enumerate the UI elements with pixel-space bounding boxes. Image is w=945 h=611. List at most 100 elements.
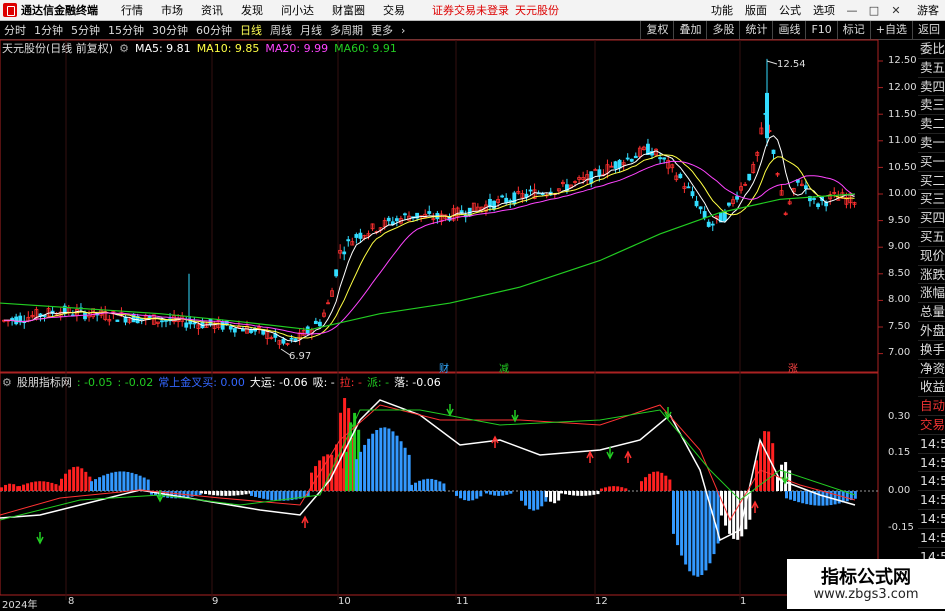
indicator-bar <box>110 472 114 491</box>
indicator-bar <box>509 491 513 494</box>
indicator-bar <box>797 491 801 503</box>
indicator-bar <box>455 491 458 496</box>
indicator-bar <box>359 451 363 491</box>
indicator-bar <box>676 491 680 546</box>
settings-gear-icon[interactable]: ⚙ <box>119 42 129 55</box>
indicator-bar <box>371 433 375 491</box>
indicator-bar <box>728 491 732 534</box>
candle-body <box>164 319 168 322</box>
price-axis-tick: 9.00 <box>888 241 911 252</box>
indicator-bar <box>375 429 379 491</box>
side-panel-item: 外盘 <box>918 322 945 341</box>
side-panel-item: 卖三 <box>918 96 945 116</box>
indicator-bar <box>146 479 150 491</box>
indicator-bar <box>660 472 664 491</box>
ma5-label: MA5: 9.81 <box>134 41 191 55</box>
low-price-label: 6.97 <box>289 351 312 362</box>
ma60-label: MA60: 9.91 <box>334 41 397 55</box>
indicator-bar <box>442 483 446 491</box>
indicator-bar <box>489 491 493 495</box>
price-axis-tick: 11.00 <box>888 135 917 146</box>
indicator-bar <box>805 491 809 505</box>
indicator-bar <box>8 483 12 491</box>
indicator-bar <box>22 484 26 491</box>
indicator-bar <box>138 475 142 491</box>
indicator-bar <box>588 491 592 496</box>
candle-body <box>727 202 731 206</box>
indicator-bar <box>126 471 130 491</box>
indicator-bar <box>403 447 407 491</box>
indicator-bar <box>122 471 126 491</box>
indicator-bar <box>549 491 553 502</box>
candle-body <box>358 232 363 239</box>
indicator-bar <box>648 473 652 491</box>
candle-body <box>192 322 197 325</box>
date-axis-tick: 11 <box>456 596 469 607</box>
side-panel-item: 14:56 <box>918 435 945 454</box>
indicator-bar <box>414 482 418 491</box>
side-panel-item: 涨幅 <box>918 284 945 304</box>
quote-side-panel: 委比 卖五 卖四 卖三 卖二 卖一 买一 买二 买三 买四 买五 现价 涨跌 涨幅 总量 外盘 换手 净资 收益 自动… <box>918 40 945 609</box>
candle-body <box>232 328 237 333</box>
indicator-bar <box>564 491 568 495</box>
price-pane-frame <box>0 39 879 373</box>
indicator-bar <box>467 491 471 501</box>
indicator-bar <box>493 491 497 496</box>
candle-body <box>281 338 286 344</box>
high-pointer <box>766 60 778 65</box>
event-tag-rise[interactable]: 涨 <box>788 360 798 375</box>
side-panel-item[interactable]: 自动 <box>918 397 945 416</box>
candle-body <box>812 198 816 200</box>
indicator-bar <box>524 491 528 506</box>
indicator-bar <box>418 480 422 491</box>
candle-body <box>698 206 703 210</box>
indicator-bar <box>459 491 463 499</box>
candle-body-peak <box>765 92 769 139</box>
event-tag-reduce[interactable]: 减 <box>499 360 509 375</box>
indicator-bar <box>553 491 557 504</box>
candle-body <box>686 186 691 189</box>
indicator-bar <box>130 472 134 491</box>
indicator-bar <box>34 481 38 491</box>
candle-body <box>658 157 662 160</box>
indicator-bar <box>216 491 220 496</box>
indicator-bar <box>652 471 656 491</box>
side-panel-item[interactable]: 交易 <box>918 416 945 435</box>
event-tag-finance[interactable]: 财 <box>439 360 449 375</box>
candle-body <box>220 321 225 330</box>
indicator-bar <box>501 491 505 496</box>
indicator-value-8: 落: -0.06 <box>394 376 441 389</box>
watermark: 指标公式网 www.zbgs3.com <box>787 559 945 609</box>
indicator-value-5: 吸: - <box>312 376 335 389</box>
indicator-bar <box>30 482 34 491</box>
indicator-bar <box>557 491 561 501</box>
indicator-bar <box>54 484 58 491</box>
candle-body <box>702 211 707 218</box>
price-axis-tick: 9.50 <box>888 215 911 226</box>
indicator-bar <box>479 491 483 497</box>
indicator-bar <box>485 491 488 494</box>
candle-body <box>694 200 699 207</box>
ma20-label: MA20: 9.99 <box>265 41 329 55</box>
candle-body <box>317 321 322 327</box>
indicator-bar <box>430 478 434 491</box>
indicator-bar <box>220 491 224 496</box>
indicator-bar <box>434 479 438 491</box>
candle-body <box>710 223 715 226</box>
indicator-bar <box>266 491 270 500</box>
chart-title: 天元股份(日线 前复权) <box>2 42 114 55</box>
side-panel-item: 14:56 <box>918 491 945 510</box>
indicator-bar <box>520 491 523 501</box>
indicator-bar <box>748 491 752 520</box>
indicator-bar <box>801 491 805 504</box>
indicator-bar <box>50 482 54 491</box>
indicator-bar <box>624 488 628 491</box>
indicator-bar <box>616 486 620 491</box>
indicator-gear-icon[interactable]: ⚙ <box>2 376 12 389</box>
kline-chart[interactable] <box>0 0 945 609</box>
indicator-value-6: 拉: - <box>339 376 362 389</box>
candle-body <box>613 161 618 169</box>
indicator-bar <box>60 478 63 491</box>
candle-body <box>289 337 294 340</box>
candle-body <box>528 189 533 192</box>
